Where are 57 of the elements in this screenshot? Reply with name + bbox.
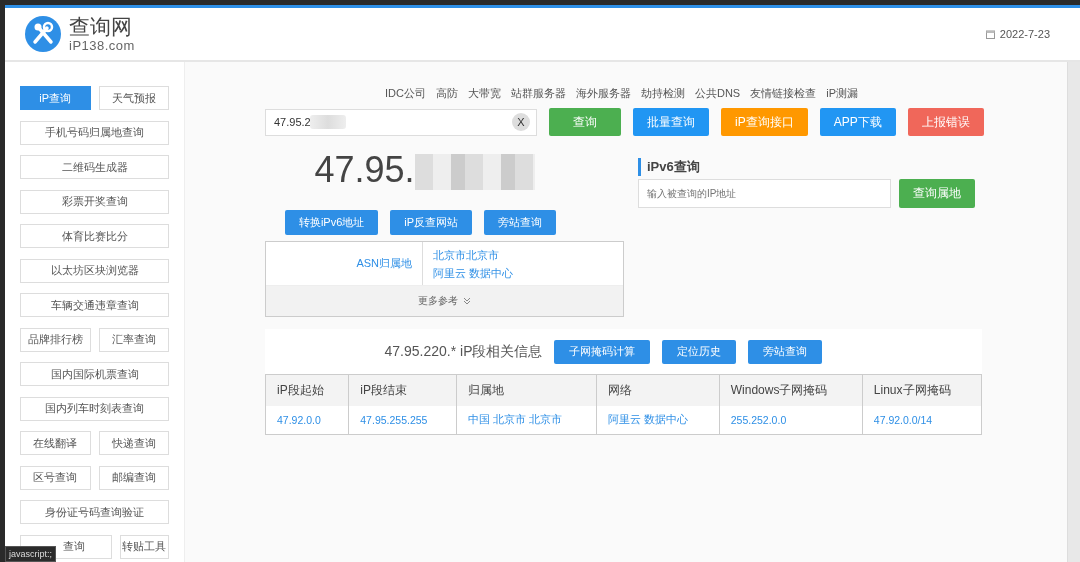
asn-value-link[interactable]: 北京市北京市 xyxy=(433,248,514,263)
table-cell: 中国 北京市 北京市 xyxy=(456,406,597,435)
column-header: Windows子网掩码 xyxy=(719,374,863,406)
column-header: 网络 xyxy=(596,374,720,406)
sidebar-item[interactable]: 国内列车时刻表查询 xyxy=(20,396,169,421)
sidebar-item[interactable]: 区号查询 xyxy=(20,465,91,490)
ip-search-field[interactable]: 47.95.2 X xyxy=(265,108,537,136)
tools-logo-icon xyxy=(25,16,61,52)
asn-label: ASN归属地 xyxy=(266,242,423,285)
sidebar-item[interactable]: 二维码生成器 xyxy=(20,155,169,179)
sidebar-item[interactable]: 在线翻译 xyxy=(20,431,91,455)
sidebar-item[interactable]: 国内国际机票查询 xyxy=(20,362,169,386)
table-cell: 47.95.255.255 xyxy=(348,406,457,435)
clear-button[interactable]: X xyxy=(512,113,530,131)
logo-subtitle: iP138.com xyxy=(69,37,135,53)
sidebar-item[interactable]: 邮编查询 xyxy=(98,465,169,490)
sidebar-item[interactable]: 体育比赛比分 xyxy=(20,224,169,248)
status-url-tooltip: javascript:; xyxy=(5,546,56,562)
nav-link[interactable]: 友情链接检查 xyxy=(750,85,817,101)
sidebar-item[interactable]: 手机号码归属地查询 xyxy=(20,120,169,145)
sidebar-item[interactable]: 品牌排行榜 xyxy=(20,327,91,352)
nav-link[interactable]: 高防 xyxy=(435,85,458,101)
asn-value-link[interactable]: 阿里云 数据中心 xyxy=(433,266,514,281)
scrollbar[interactable] xyxy=(1067,62,1080,562)
column-header: 归属地 xyxy=(456,374,597,406)
segment-title: 47.95.220.* iP段相关信息 xyxy=(384,342,543,361)
table-cell: 47.92.0.0 xyxy=(265,406,349,435)
blurred-region xyxy=(310,115,346,129)
column-header: iP段起始 xyxy=(265,374,349,406)
nav-link[interactable]: iP测漏 xyxy=(826,85,858,101)
double-chevron-icon xyxy=(463,297,471,305)
sidebar-item[interactable]: 彩票开奖查询 xyxy=(20,189,169,214)
date-text: 2022-7-23 xyxy=(999,28,1050,40)
column-header: iP段结束 xyxy=(348,374,457,406)
nav-link[interactable]: 站群服务器 xyxy=(510,85,566,101)
sidebar-item[interactable]: 快递查询 xyxy=(98,431,169,455)
more-reference-link[interactable]: 更多参考 xyxy=(418,294,458,308)
nav-link[interactable]: 海外服务器 xyxy=(575,85,631,101)
ip-address: 47.95. xyxy=(314,149,415,191)
table-cell: 阿里云 数据中心 xyxy=(596,406,720,435)
calendar-icon xyxy=(985,29,995,39)
sidebar-item[interactable]: 以太坊区块浏览器 xyxy=(20,258,169,283)
logo-title[interactable]: 查询网 xyxy=(69,15,135,38)
column-header: Linux子网掩码 xyxy=(862,374,982,406)
nav-link[interactable]: 大带宽 xyxy=(467,85,501,101)
sidebar-item[interactable]: 天气预报 xyxy=(98,86,169,110)
nav-link[interactable]: 公共DNS xyxy=(694,85,741,101)
sidebar-item[interactable]: 车辆交通违章查询 xyxy=(20,293,169,317)
nav-link[interactable]: IDC公司 xyxy=(385,85,426,101)
sidebar-item[interactable]: 身份证号码查询验证 xyxy=(20,500,169,524)
sidebar-item[interactable]: 转贴工具 xyxy=(119,534,169,559)
ipv6-heading: iPv6查询 xyxy=(638,158,978,176)
ipv6-input-field[interactable]: 输入被查询的IP地址 xyxy=(638,179,891,208)
table-cell: 255.252.0.0 xyxy=(719,406,863,435)
nav-link[interactable]: 劫持检测 xyxy=(640,85,685,101)
table-cell: 47.92.0.0/14 xyxy=(862,406,982,435)
sidebar-item[interactable]: 汇率查询 xyxy=(98,327,169,352)
